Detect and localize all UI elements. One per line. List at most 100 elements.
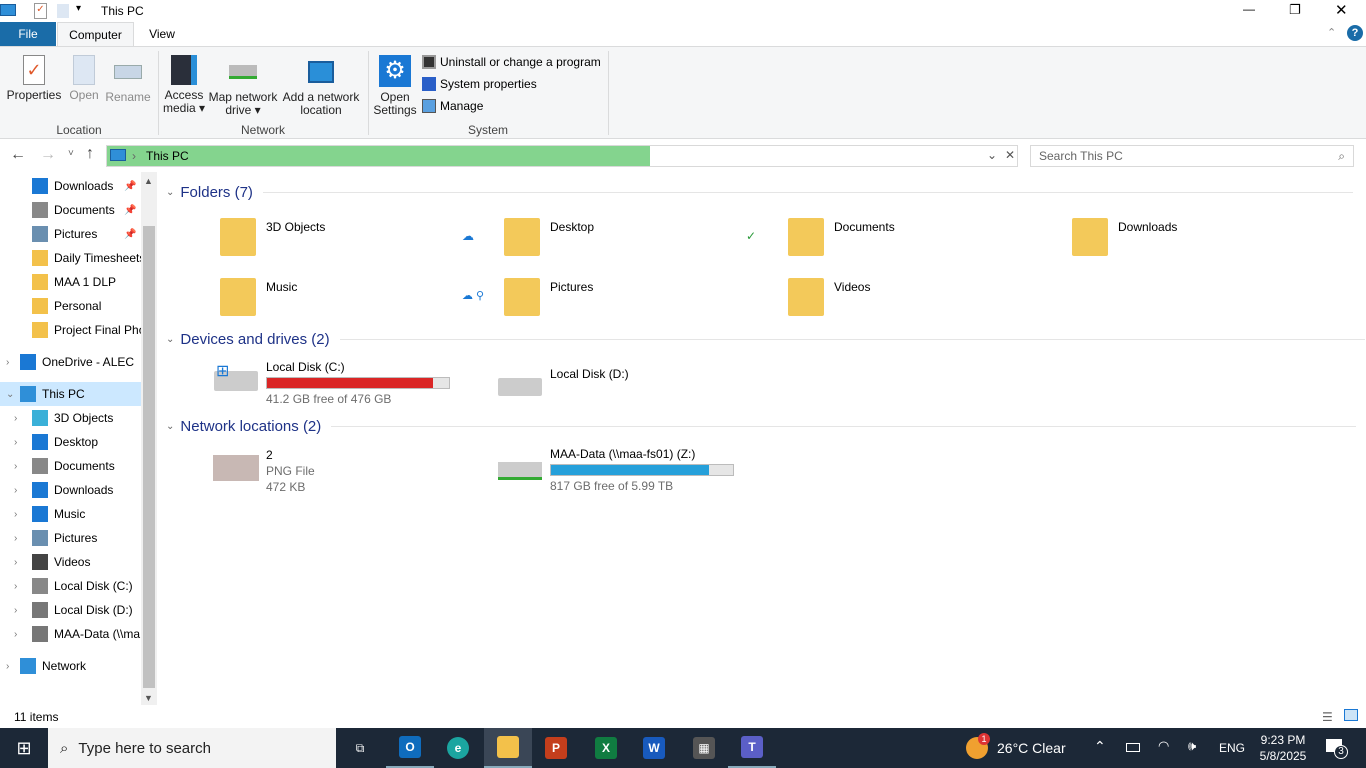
large-icons-view-icon[interactable]	[1344, 709, 1358, 721]
chevron-right-icon[interactable]: ›	[14, 605, 17, 616]
nav-item[interactable]: › Desktop	[0, 430, 141, 454]
open-button[interactable]: Open	[66, 55, 102, 102]
outlook-app[interactable]: O	[386, 728, 434, 768]
help-icon[interactable]: ?	[1347, 25, 1363, 41]
nav-item[interactable]: Daily Timesheets	[0, 246, 141, 270]
forward-button[interactable]: →	[40, 146, 56, 164]
access-media-button[interactable]: Access media ▾	[162, 55, 206, 115]
nav-item[interactable]: › Music	[0, 502, 141, 526]
nav-scrollbar[interactable]: ▲ ▼	[141, 172, 157, 705]
edge-app[interactable]: e	[434, 728, 482, 768]
properties-button[interactable]: ✓ Properties	[6, 55, 62, 102]
properties-quick-icon[interactable]: ✓	[34, 3, 47, 19]
pin-icon[interactable]: 📌	[124, 229, 136, 240]
nav-item[interactable]: › Pictures	[0, 526, 141, 550]
network-drive-z[interactable]: MAA-Data (\\maa-fs01) (Z:) 817 GB free o…	[498, 446, 738, 493]
map-network-drive-button[interactable]: Map network drive ▾	[207, 55, 279, 117]
taskbar-search-box[interactable]: ⌕ Type here to search	[48, 728, 336, 768]
nav-item[interactable]: › OneDrive - ALEC	[0, 350, 141, 374]
powerpoint-app[interactable]: P	[532, 728, 580, 768]
file-explorer-app[interactable]	[484, 728, 532, 768]
chevron-right-icon[interactable]: ›	[14, 485, 17, 496]
folder-item[interactable]: Pictures	[504, 272, 704, 320]
section-devices-drives[interactable]: ⌄ Devices and drives (2)	[166, 331, 1365, 348]
nav-item[interactable]: › Local Disk (C:)	[0, 574, 141, 598]
task-view-button[interactable]: ⧉	[336, 728, 384, 768]
folder-item[interactable]: Videos	[788, 272, 988, 320]
clock[interactable]: 9:23 PM 5/8/2025	[1258, 732, 1308, 764]
address-dropdown-icon[interactable]: ⌄	[987, 148, 997, 162]
collapse-ribbon-icon[interactable]: ⌃	[1327, 26, 1336, 39]
recent-locations-button[interactable]: ˅	[68, 148, 74, 159]
language-indicator[interactable]: ENG	[1219, 741, 1245, 755]
chevron-right-icon[interactable]: ›	[14, 437, 17, 448]
chevron-right-icon[interactable]: ›	[14, 629, 17, 640]
battery-icon[interactable]	[1126, 743, 1140, 752]
nav-item[interactable]: Pictures 📌	[0, 222, 141, 246]
chevron-right-icon[interactable]: ›	[14, 509, 17, 520]
volume-icon[interactable]: 🕪	[1188, 738, 1196, 754]
tab-computer[interactable]: Computer	[57, 22, 134, 47]
folder-item[interactable]: Desktop	[504, 212, 704, 260]
breadcrumb-this-pc[interactable]: This PC	[146, 149, 189, 163]
chevron-right-icon[interactable]: ›	[6, 357, 9, 368]
nav-item[interactable]: Personal	[0, 294, 141, 318]
system-properties-button[interactable]: System properties	[422, 77, 537, 91]
pin-icon[interactable]: 📌	[124, 181, 136, 192]
section-folders[interactable]: ⌄ Folders (7)	[166, 184, 1353, 201]
uninstall-program-button[interactable]: Uninstall or change a program	[422, 55, 601, 69]
nav-item[interactable]: › Downloads	[0, 478, 141, 502]
nav-item[interactable]: › 3D Objects	[0, 406, 141, 430]
back-button[interactable]: ←	[10, 146, 26, 164]
excel-app[interactable]: X	[582, 728, 630, 768]
start-button[interactable]: ⊞	[0, 728, 48, 768]
nav-item[interactable]: Documents 📌	[0, 198, 141, 222]
add-network-location-button[interactable]: Add a network location	[281, 55, 361, 117]
chevron-right-icon[interactable]: ›	[14, 533, 17, 544]
scrollbar-thumb[interactable]	[143, 226, 155, 688]
word-app[interactable]: W	[630, 728, 678, 768]
nav-item[interactable]: › Network	[0, 654, 141, 678]
chevron-right-icon[interactable]: ›	[6, 661, 9, 672]
chevron-right-icon[interactable]: ›	[14, 581, 17, 592]
pin-icon[interactable]: 📌	[124, 205, 136, 216]
rename-button[interactable]: Rename	[104, 55, 152, 104]
chevron-right-icon[interactable]: ›	[14, 413, 17, 424]
search-input[interactable]: Search This PC ⌕	[1030, 145, 1354, 167]
details-view-icon[interactable]: ☰	[1322, 710, 1333, 724]
wifi-icon[interactable]: ◠	[1158, 738, 1169, 754]
folder-item[interactable]: Music	[220, 272, 420, 320]
nav-item[interactable]: › Documents	[0, 454, 141, 478]
show-hidden-icons[interactable]: ⌃	[1094, 738, 1106, 755]
section-network-locations[interactable]: ⌄ Network locations (2)	[166, 418, 1357, 435]
chevron-right-icon[interactable]: ›	[14, 461, 17, 472]
clear-address-icon[interactable]: ✕	[1005, 148, 1015, 162]
up-button[interactable]: ↑	[86, 145, 94, 163]
chevron-right-icon[interactable]: ›	[14, 557, 17, 568]
drive-d[interactable]: Local Disk (D:)	[498, 364, 738, 404]
network-item-png[interactable]: 2 PNG File 472 KB	[213, 447, 453, 494]
tab-view[interactable]: View	[140, 22, 184, 46]
nav-item[interactable]: Project Final Pho	[0, 318, 141, 342]
weather-text[interactable]: 26°C Clear	[997, 740, 1066, 756]
new-folder-quick-icon[interactable]	[57, 4, 69, 18]
notifications-icon[interactable]: 3	[1326, 739, 1348, 759]
folder-item[interactable]: Documents	[788, 212, 988, 260]
restore-button[interactable]: ❐	[1289, 2, 1301, 18]
close-button[interactable]: ✕	[1335, 1, 1348, 19]
tab-file[interactable]: File	[0, 22, 56, 46]
folder-item[interactable]: Downloads	[1072, 212, 1272, 260]
open-settings-button[interactable]: ⚙ Open Settings	[372, 55, 418, 117]
manage-button[interactable]: Manage	[422, 99, 483, 113]
nav-item[interactable]: MAA 1 DLP	[0, 270, 141, 294]
address-bar[interactable]: › This PC ⌄ ✕	[106, 145, 1018, 167]
chevron-down-icon[interactable]: ⌄	[6, 389, 14, 400]
nav-item[interactable]: › Local Disk (D:)	[0, 598, 141, 622]
nav-item[interactable]: Downloads 📌	[0, 174, 141, 198]
nav-item[interactable]: › Videos	[0, 550, 141, 574]
customize-quick-access-icon[interactable]: ▾	[76, 3, 81, 14]
drive-c[interactable]: ⊞ Local Disk (C:) 41.2 GB free of 476 GB	[214, 359, 454, 406]
weather-moon-icon[interactable]: 1	[966, 733, 990, 759]
minimize-button[interactable]: —	[1243, 2, 1255, 16]
nav-item[interactable]: ⌄ This PC	[0, 382, 141, 406]
